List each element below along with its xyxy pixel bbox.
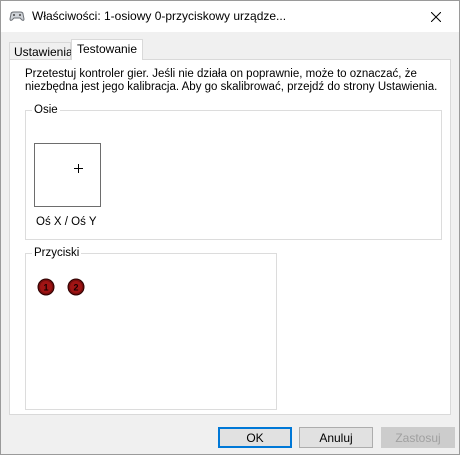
axes-group: Osie Oś X / Oś Y <box>25 103 442 240</box>
axis-caption: Oś X / Oś Y <box>36 216 97 228</box>
testing-panel: Przetestuj kontroler gier. Jeśli nie dzi… <box>9 59 451 415</box>
test-description: Przetestuj kontroler gier. Jeśli nie dzi… <box>25 68 438 93</box>
joystick-button-1-number: 1 <box>43 283 48 293</box>
tab-settings[interactable]: Ustawienia <box>9 42 73 60</box>
close-button[interactable] <box>413 1 459 32</box>
properties-dialog: Właściwości: 1-osiowy 0-przyciskowy urzą… <box>0 0 460 455</box>
title-bar[interactable]: Właściwości: 1-osiowy 0-przyciskowy urzą… <box>1 1 459 32</box>
ok-button[interactable]: OK <box>218 427 292 448</box>
tab-bar: Ustawienia Testowanie <box>1 32 459 60</box>
tab-testing[interactable]: Testowanie <box>71 39 143 60</box>
cancel-button[interactable]: Anuluj <box>299 427 373 448</box>
gamepad-icon <box>9 9 25 23</box>
window-title: Właściwości: 1-osiowy 0-przyciskowy urzą… <box>32 9 287 23</box>
crosshair-icon <box>74 164 83 173</box>
buttons-group: Przyciski 1 2 <box>25 246 277 410</box>
xy-axis-display <box>34 143 101 207</box>
axes-group-label: Osie <box>32 103 60 117</box>
joystick-button-2-indicator: 2 <box>67 278 85 296</box>
buttons-group-label: Przyciski <box>32 246 82 260</box>
close-icon <box>431 11 441 22</box>
apply-button[interactable]: Zastosuj <box>381 427 455 448</box>
joystick-button-1-indicator: 1 <box>37 278 55 296</box>
joystick-button-2-number: 2 <box>73 283 78 293</box>
